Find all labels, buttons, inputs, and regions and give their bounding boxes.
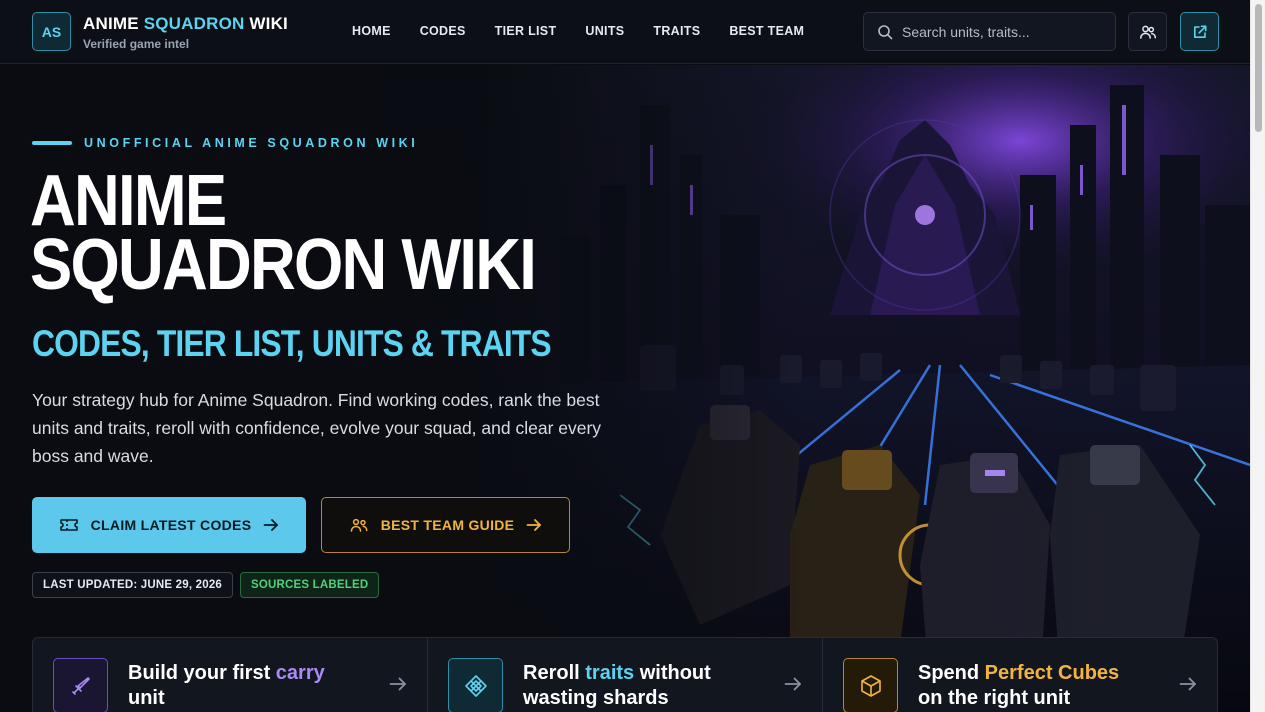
hero-description: Your strategy hub for Anime Squadron. Fi… bbox=[32, 390, 602, 466]
users-icon bbox=[1139, 25, 1156, 39]
nav-home[interactable]: HOME bbox=[352, 24, 391, 38]
quick-guides-strip: Build your first carry unit Reroll trait… bbox=[32, 637, 1218, 712]
external-link-icon bbox=[1193, 25, 1206, 38]
claim-codes-label: CLAIM LATEST CODES bbox=[90, 517, 252, 533]
card-cubes-pre: Spend bbox=[918, 662, 985, 684]
community-button[interactable] bbox=[1128, 12, 1167, 51]
eyebrow-text: UNOFFICIAL ANIME SQUADRON WIKI bbox=[84, 136, 419, 150]
card-cubes-post: on the right unit bbox=[918, 687, 1071, 709]
last-updated-badge: LAST UPDATED: JUNE 29, 2026 bbox=[32, 572, 234, 598]
search-input[interactable] bbox=[902, 23, 1102, 40]
hero-section: UNOFFICIAL ANIME SQUADRON WIKI ANIME SQUA… bbox=[0, 65, 1250, 712]
nav-units[interactable]: UNITS bbox=[585, 24, 624, 38]
cube-icon bbox=[860, 674, 881, 697]
best-team-button[interactable]: BEST TEAM GUIDE bbox=[321, 497, 570, 553]
guide-card-title: Reroll traits without wasting shards bbox=[523, 661, 753, 711]
guide-card-cubes[interactable]: Spend Perfect Cubes on the right unit bbox=[823, 638, 1217, 712]
top-header: AS ANIME SQUADRON WIKI Verified game int… bbox=[0, 0, 1250, 64]
claim-codes-button[interactable]: CLAIM LATEST CODES bbox=[32, 497, 306, 553]
arrow-right-icon bbox=[784, 677, 801, 691]
nav-traits[interactable]: TRAITS bbox=[653, 24, 700, 38]
sources-badge: SOURCES LABELED bbox=[240, 572, 380, 598]
site-logo[interactable]: AS bbox=[32, 12, 71, 51]
site-title-highlight: SQUADRON bbox=[143, 14, 245, 33]
card-cubes-highlight: Perfect Cubes bbox=[984, 662, 1120, 684]
eyebrow-bar bbox=[32, 141, 72, 145]
page-title-line2: SQUADRON WIKI bbox=[30, 225, 537, 305]
sword-icon bbox=[71, 676, 90, 695]
nav-tier-list[interactable]: TIER LIST bbox=[495, 24, 557, 38]
card-reroll-pre: Reroll bbox=[523, 662, 586, 684]
diamond-grid-icon bbox=[464, 674, 487, 697]
guide-card-carry[interactable]: Build your first carry unit bbox=[33, 638, 428, 712]
guide-card-icon-box bbox=[53, 658, 108, 712]
team-icon bbox=[350, 518, 368, 532]
card-carry-highlight: carry bbox=[275, 662, 325, 684]
arrow-right-icon bbox=[389, 677, 406, 691]
arrow-right-icon bbox=[526, 519, 542, 531]
guide-card-title: Build your first carry unit bbox=[128, 661, 358, 711]
guide-card-title: Spend Perfect Cubes on the right unit bbox=[918, 661, 1148, 711]
arrow-right-icon bbox=[1179, 677, 1196, 691]
nav-codes[interactable]: CODES bbox=[420, 24, 466, 38]
guide-card-reroll[interactable]: Reroll traits without wasting shards bbox=[428, 638, 823, 712]
guide-card-icon-box bbox=[843, 658, 898, 712]
page-scrollbar[interactable] bbox=[1250, 0, 1265, 712]
ticket-icon bbox=[59, 519, 78, 531]
scrollbar-thumb[interactable] bbox=[1255, 4, 1262, 132]
site-title[interactable]: ANIME SQUADRON WIKI bbox=[83, 14, 288, 34]
arrow-right-icon bbox=[263, 519, 279, 531]
open-external-button[interactable] bbox=[1180, 12, 1219, 51]
guide-card-icon-box bbox=[448, 658, 503, 712]
search-box[interactable] bbox=[863, 12, 1116, 51]
site-tagline: Verified game intel bbox=[83, 37, 190, 51]
site-title-post: WIKI bbox=[244, 14, 288, 33]
card-carry-post: unit bbox=[128, 687, 165, 709]
search-icon bbox=[878, 24, 893, 39]
main-nav: HOME CODES TIER LIST UNITS TRAITS BEST T… bbox=[352, 24, 833, 38]
page-title: ANIME SQUADRON WIKI bbox=[30, 165, 576, 301]
card-reroll-highlight: traits bbox=[585, 662, 635, 684]
best-team-label: BEST TEAM GUIDE bbox=[380, 517, 515, 533]
site-title-pre: ANIME bbox=[83, 14, 144, 33]
card-carry-pre: Build your first bbox=[128, 662, 276, 684]
hero-eyebrow: UNOFFICIAL ANIME SQUADRON WIKI bbox=[32, 136, 418, 150]
nav-best-team[interactable]: BEST TEAM bbox=[729, 24, 804, 38]
page-subtitle: CODES, TIER LIST, UNITS & TRAITS bbox=[32, 323, 552, 364]
